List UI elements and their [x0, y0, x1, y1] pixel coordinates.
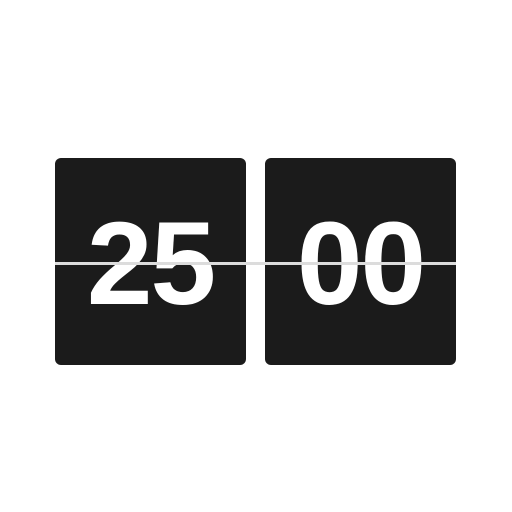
flip-clock: 25 00 [0, 0, 512, 512]
flip-divider-line [55, 262, 456, 265]
